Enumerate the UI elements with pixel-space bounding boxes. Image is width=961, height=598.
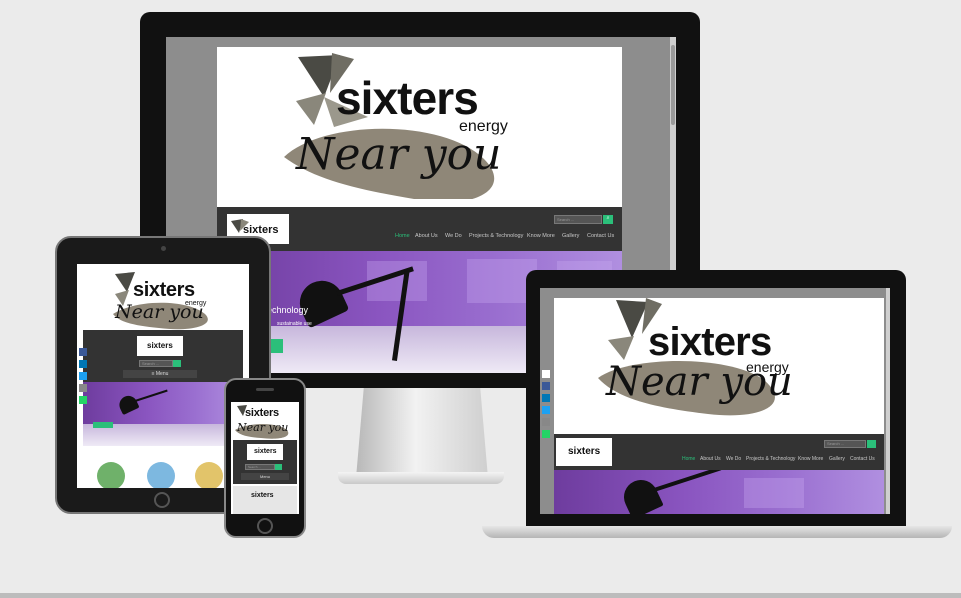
tablet-home-button[interactable] <box>154 492 170 508</box>
brand-word: sixters <box>336 72 479 124</box>
laptop-hero[interactable] <box>554 470 884 514</box>
tablet-logo[interactable]: sixters energy Near you <box>109 270 229 330</box>
search-input[interactable]: Search ... <box>554 215 602 224</box>
phone-brand-word: sixters <box>245 407 279 419</box>
phone-footer-word: sixters <box>251 492 274 499</box>
phone: sixters Near you sixters Search ... Menu… <box>224 378 306 538</box>
laptop-base <box>482 526 952 538</box>
tablet-nav-logo[interactable]: sixters <box>137 336 183 356</box>
laptop-share-bar <box>542 370 551 442</box>
laptop-nav-logo-word: sixters <box>568 446 601 457</box>
phone-search-button[interactable] <box>275 464 282 470</box>
laptop-nav-logo[interactable]: sixters <box>556 438 612 466</box>
phone-footer-logo: sixters <box>233 486 297 514</box>
twitter-icon[interactable] <box>79 372 87 380</box>
phone-navbar: sixters Search ... Menu <box>233 440 297 484</box>
monitor-base <box>338 472 504 484</box>
nav-know-more[interactable]: Know More <box>527 233 555 239</box>
laptop-brand-tagline: Near you <box>606 359 793 405</box>
tablet-menu-label: Menu <box>155 371 169 377</box>
phone-nav-logo[interactable]: sixters <box>247 444 283 460</box>
tablet-nav-logo-word: sixters <box>147 341 173 350</box>
tablet-share-bar <box>79 348 87 414</box>
search-button[interactable]: ⌕ <box>603 215 613 224</box>
laptop-navbar: sixters Search ... Home About Us We Do P… <box>554 434 884 470</box>
phone-screen: sixters Near you sixters Search ... Menu… <box>231 402 299 514</box>
tablet-search-input[interactable]: Search ... <box>139 360 173 367</box>
laptop-nav-home[interactable]: Home <box>682 456 695 462</box>
nav-contact[interactable]: Contact Us <box>587 233 614 239</box>
laptop-facebook-icon[interactable] <box>542 382 550 390</box>
tablet-search-button[interactable] <box>173 360 181 367</box>
tablet-brand-tagline: Near you <box>115 301 204 323</box>
tablet-navbar: sixters Search ... ≡ Menu <box>83 330 243 382</box>
nav-projects[interactable]: Projects & Technology <box>469 233 523 239</box>
hero-caption: echnology <box>267 305 309 315</box>
phone-nav-logo-word: sixters <box>254 448 277 455</box>
laptop: sixters energy Near you sixters Search .… <box>482 270 952 550</box>
tablet-hero[interactable] <box>83 382 243 446</box>
laptop-nav-gallery[interactable]: Gallery <box>829 456 845 462</box>
laptop-whatsapp-icon[interactable] <box>542 430 550 438</box>
site-logo[interactable]: sixters energy Near you <box>284 49 534 199</box>
phone-brand-tagline: Near you <box>237 421 289 434</box>
hero-subcaption: sustainable use <box>277 321 312 327</box>
facebook-icon[interactable] <box>79 348 87 356</box>
nav-home[interactable]: Home <box>395 233 410 239</box>
laptop-nav-we-do[interactable]: We Do <box>726 456 741 462</box>
tablet-icon-2[interactable] <box>147 462 175 488</box>
phone-speaker <box>256 388 274 391</box>
page-bottom-border <box>0 593 961 598</box>
laptop-nav-projects[interactable]: Projects & Technology <box>746 456 795 462</box>
phone-home-button[interactable] <box>257 518 273 534</box>
site-navbar: sixters Search ... ⌕ Home About Us We Do… <box>217 207 622 251</box>
laptop-scrollbar[interactable] <box>886 288 890 514</box>
monitor-stand <box>356 386 488 478</box>
whatsapp-icon[interactable] <box>79 396 87 404</box>
tablet-icon-3[interactable] <box>195 462 223 488</box>
nav-about[interactable]: About Us <box>415 233 438 239</box>
tablet-menu-button[interactable]: ≡ Menu <box>123 370 197 378</box>
laptop-linkedin-icon[interactable] <box>542 394 550 402</box>
laptop-nav-know-more[interactable]: Know More <box>798 456 823 462</box>
tablet-icon-1[interactable] <box>97 462 125 488</box>
laptop-screen: sixters energy Near you sixters Search .… <box>540 288 890 514</box>
tablet-hero-cta[interactable] <box>93 422 113 428</box>
phone-logo[interactable]: sixters Near you <box>233 404 299 440</box>
laptop-nav-contact[interactable]: Contact Us <box>850 456 875 462</box>
search-icon: ⌕ <box>606 215 610 221</box>
laptop-logo[interactable]: sixters energy Near you <box>598 296 838 436</box>
laptop-share-icon[interactable] <box>542 370 550 378</box>
nav-logo-word: sixters <box>243 224 279 236</box>
tablet-brand-word: sixters <box>133 279 195 301</box>
brand-tagline: Near you <box>296 129 502 180</box>
phone-search-input[interactable]: Search ... <box>245 464 275 470</box>
email-icon[interactable] <box>79 384 87 392</box>
laptop-brand-word: sixters <box>648 320 772 364</box>
tablet-camera <box>161 246 166 251</box>
nav-we-do[interactable]: We Do <box>445 233 462 239</box>
linkedin-icon[interactable] <box>79 360 87 368</box>
laptop-email-icon[interactable] <box>542 418 550 426</box>
laptop-search-button[interactable] <box>867 440 876 448</box>
laptop-nav-about[interactable]: About Us <box>700 456 721 462</box>
phone-menu-button[interactable]: Menu <box>241 473 289 480</box>
laptop-twitter-icon[interactable] <box>542 406 550 414</box>
laptop-search-input[interactable]: Search ... <box>824 440 866 448</box>
nav-gallery[interactable]: Gallery <box>562 233 579 239</box>
